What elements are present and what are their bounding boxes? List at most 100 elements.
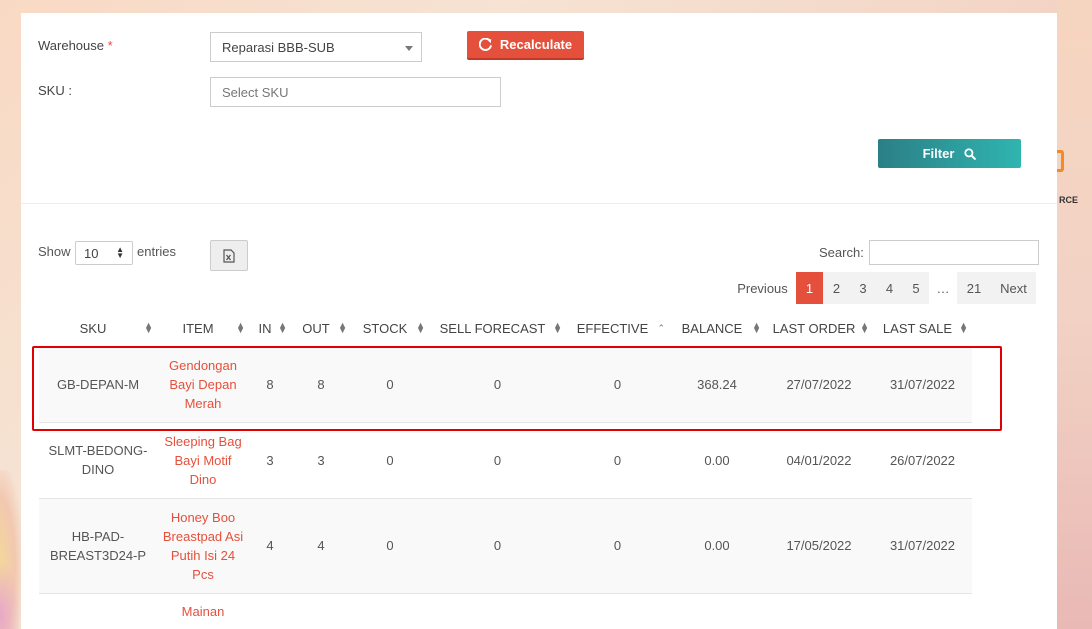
entries-length-select[interactable]: 10 ▲ ▼ bbox=[75, 241, 133, 265]
pagination-page-last[interactable]: 21 bbox=[957, 272, 991, 304]
section-divider bbox=[21, 203, 1057, 204]
cell-sell-forecast bbox=[429, 592, 566, 629]
entries-value: 10 bbox=[84, 246, 99, 261]
cell-in bbox=[249, 592, 291, 629]
pagination-page-1[interactable]: 1 bbox=[796, 272, 823, 304]
cell-balance: 0.00 bbox=[669, 421, 765, 498]
pagination: Previous 1 2 3 4 5 … 21 Next bbox=[729, 272, 1036, 304]
pagination-page-5[interactable]: 5 bbox=[903, 272, 929, 304]
column-header-out[interactable]: OUT ▲ ▼ bbox=[291, 312, 351, 346]
pagination-page-2[interactable]: 2 bbox=[823, 272, 850, 304]
sku-select-input[interactable]: Select SKU bbox=[210, 77, 501, 107]
cell-last-order: 17/05/2022 bbox=[765, 497, 873, 593]
cell-stock bbox=[351, 592, 429, 629]
cell-balance: 368.24 bbox=[669, 345, 765, 422]
filter-button[interactable]: Filter bbox=[878, 139, 1021, 168]
sort-icon: ▲ ▼ bbox=[959, 320, 968, 335]
sort-arrows-icon: ▲ ▼ bbox=[116, 245, 124, 260]
warehouse-label: Warehouse * bbox=[38, 38, 113, 53]
entries-label: entries bbox=[137, 244, 177, 259]
pagination-page-3[interactable]: 3 bbox=[850, 272, 876, 304]
warehouse-select-value: Reparasi BBB-SUB bbox=[222, 40, 335, 55]
recalculate-button[interactable]: Recalculate bbox=[467, 31, 584, 60]
stock-table: SKU ▲ ▼ ITEM ▲ ▼ IN ▲ ▼ OUT ▲ ▼ STOCK ▲ ▼ SELL FOR… bbox=[39, 312, 972, 629]
column-header-label: IN bbox=[258, 321, 272, 337]
column-header-item[interactable]: ITEM ▲ ▼ bbox=[157, 312, 249, 346]
cell-last-sale: 31/07/2022 bbox=[873, 497, 972, 593]
cell-item-link[interactable]: Gendongan Bayi Depan Merah bbox=[157, 345, 249, 422]
cell-balance: 0.00 bbox=[669, 497, 765, 593]
cell-stock: 0 bbox=[351, 497, 429, 593]
column-header-label: EFFECTIVE bbox=[576, 321, 649, 337]
sort-icon: ▲ ▼ bbox=[338, 320, 347, 335]
column-header-label: SKU bbox=[79, 321, 107, 337]
cell-effective: 0 bbox=[566, 497, 669, 593]
cell-last-order: 27/07/2022 bbox=[765, 345, 873, 422]
cell-stock: 0 bbox=[351, 345, 429, 422]
sort-icon: ▲ ▼ bbox=[278, 320, 287, 335]
column-header-last-order[interactable]: LAST ORDER ▲ ▼ bbox=[765, 312, 873, 346]
cell-item-link[interactable]: Honey Boo Breastpad Asi Putih Isi 24 Pcs bbox=[157, 497, 249, 593]
column-header-label: ITEM bbox=[182, 321, 214, 337]
column-header-in[interactable]: IN ▲ ▼ bbox=[249, 312, 291, 346]
column-header-label: BALANCE bbox=[681, 321, 743, 337]
export-excel-button[interactable] bbox=[210, 240, 248, 271]
cell-sell-forecast: 0 bbox=[429, 497, 566, 593]
column-header-label: STOCK bbox=[362, 321, 408, 337]
sort-icon: ▲ ▼ bbox=[236, 320, 245, 335]
column-header-label: LAST ORDER bbox=[772, 321, 856, 337]
cell-last-sale: 31/07/2022 bbox=[873, 345, 972, 422]
cell-out: 3 bbox=[291, 421, 351, 498]
warehouse-select[interactable]: Reparasi BBB-SUB bbox=[210, 32, 422, 62]
refresh-icon bbox=[478, 38, 492, 51]
pagination-ellipsis: … bbox=[929, 272, 957, 304]
table-row: SLMT-BEDONG-DINO Sleeping Bag Bayi Motif… bbox=[39, 421, 972, 498]
cell-in: 3 bbox=[249, 421, 291, 498]
cell-sell-forecast: 0 bbox=[429, 421, 566, 498]
report-panel: Warehouse * Reparasi BBB-SUB Recalculate… bbox=[21, 13, 1057, 629]
sort-ascending-icon: ⌃ bbox=[657, 323, 665, 333]
cell-out: 4 bbox=[291, 497, 351, 593]
warehouse-label-text: Warehouse bbox=[38, 38, 104, 53]
background-partial-text: RCE bbox=[1059, 195, 1079, 205]
cell-effective: 0 bbox=[566, 345, 669, 422]
cell-sell-forecast: 0 bbox=[429, 345, 566, 422]
cell-sku bbox=[39, 592, 157, 629]
show-label: Show bbox=[38, 244, 71, 259]
pagination-next[interactable]: Next bbox=[991, 272, 1036, 304]
table-header-row: SKU ▲ ▼ ITEM ▲ ▼ IN ▲ ▼ OUT ▲ ▼ STOCK ▲ ▼ SELL FOR… bbox=[39, 312, 972, 346]
column-header-balance[interactable]: BALANCE ▲ ▼ bbox=[669, 312, 765, 346]
cell-out: 8 bbox=[291, 345, 351, 422]
cell-sku: SLMT-BEDONG-DINO bbox=[39, 421, 157, 498]
column-header-sell-forecast[interactable]: SELL FORECAST ▲ ▼ bbox=[429, 312, 566, 346]
table-row: Mainan bbox=[39, 592, 972, 629]
cell-last-sale: 26/07/2022 bbox=[873, 421, 972, 498]
column-header-label: LAST SALE bbox=[882, 321, 953, 337]
sort-icon: ▲ ▼ bbox=[416, 320, 425, 335]
pagination-previous[interactable]: Previous bbox=[729, 272, 796, 304]
background-decoration-left-pink bbox=[0, 560, 21, 629]
cell-item-link[interactable]: Mainan bbox=[157, 592, 249, 629]
cell-in: 4 bbox=[249, 497, 291, 593]
column-header-effective[interactable]: EFFECTIVE ⌃ bbox=[566, 312, 669, 346]
cell-item-link[interactable]: Sleeping Bag Bayi Motif Dino bbox=[157, 421, 249, 498]
cell-sku: GB-DEPAN-M bbox=[39, 345, 157, 422]
table-search-input[interactable] bbox=[869, 240, 1039, 265]
column-header-stock[interactable]: STOCK ▲ ▼ bbox=[351, 312, 429, 346]
sku-label: SKU : bbox=[38, 83, 72, 98]
column-header-label: OUT bbox=[302, 321, 330, 337]
cell-effective bbox=[566, 592, 669, 629]
column-header-label: SELL FORECAST bbox=[439, 321, 546, 337]
sort-icon: ▲ ▼ bbox=[553, 320, 562, 335]
cell-in: 8 bbox=[249, 345, 291, 422]
cell-effective: 0 bbox=[566, 421, 669, 498]
search-label: Search: bbox=[819, 245, 864, 260]
cell-stock: 0 bbox=[351, 421, 429, 498]
cell-last-order bbox=[765, 592, 873, 629]
cell-out bbox=[291, 592, 351, 629]
column-header-last-sale[interactable]: LAST SALE ▲ ▼ bbox=[873, 312, 972, 346]
required-mark: * bbox=[107, 38, 113, 53]
pagination-page-4[interactable]: 4 bbox=[876, 272, 903, 304]
background-decoration-right bbox=[1057, 0, 1092, 629]
column-header-sku[interactable]: SKU ▲ ▼ bbox=[39, 312, 157, 346]
